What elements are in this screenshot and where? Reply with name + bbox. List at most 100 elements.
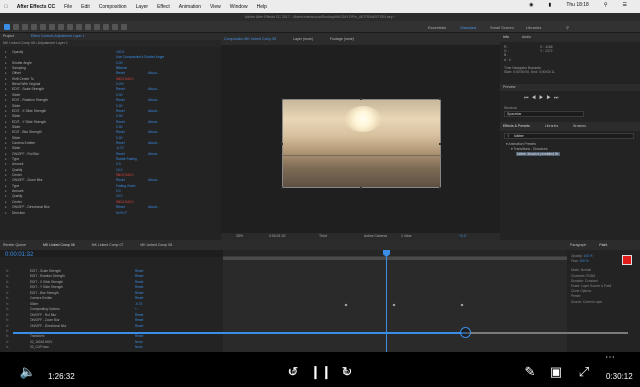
effect-control-row[interactable]: ▸ Direction 0x+0.0° [0,211,221,216]
search-icon[interactable]: ⚲ [604,2,608,8]
volume-icon[interactable]: 🔈 [18,364,38,380]
roto-brush-tool-icon[interactable] [112,24,118,30]
wifi-icon[interactable]: ◉ [529,2,533,8]
footage-tab[interactable]: Footage (none) [330,37,354,41]
fullscreen-icon[interactable]: ⤢ [574,364,594,380]
transform-handle-tc[interactable] [360,98,362,100]
shortcut-select[interactable]: Spacebar [504,111,584,117]
last-frame-icon[interactable]: ⏭ [554,95,562,101]
menu-list-icon[interactable]: ☰ [623,2,627,8]
transform-handle-bc[interactable] [360,187,362,189]
view-layout-select[interactable]: 1 View [401,233,411,240]
pen-tool-icon[interactable] [67,24,73,30]
paint-duration-value[interactable]: Constant [585,279,598,283]
resolution-select[interactable]: Third [319,233,327,240]
picture-in-picture-icon[interactable]: ▣ [546,364,566,380]
composition-tab[interactable]: Composition MK Linked Comp 08 [224,37,276,41]
zoom-tool-icon[interactable] [22,24,28,30]
hand-tool-icon[interactable] [13,24,19,30]
workspace-libraries[interactable]: Libraries [526,25,541,30]
paint-tab[interactable]: Paint [599,243,607,247]
clock[interactable]: Thu 18:18 [566,2,589,8]
brush-tool-icon[interactable] [85,24,91,30]
paint-erase-value[interactable]: Layer Source & Paint [581,284,611,288]
composition-frame-image[interactable] [282,99,442,188]
menu-animation[interactable]: Animation [179,4,201,10]
prev-frame-icon[interactable]: ◀ [532,95,539,101]
effect-controls-tab-label[interactable]: Effect Controls Adjustment Layer 1 [31,34,85,38]
menu-app-name[interactable]: After Effects CC [17,4,55,10]
timeline-row[interactable]: fx 03_CLIP.mov None [0,345,223,350]
workspace-standard[interactable]: Standard [460,25,476,30]
viewer-timecode[interactable]: 0:00:01:32 [269,233,286,240]
menu-help[interactable]: Help [257,4,267,10]
transform-handle-tr[interactable] [439,98,441,100]
render-queue-tab[interactable]: Render Queue [3,243,26,247]
timeline-tracks[interactable] [223,257,567,352]
fx-switch-icon[interactable]: fx [6,345,8,350]
menu-file[interactable]: File [64,4,72,10]
project-tab[interactable]: Project [3,34,14,38]
rotate-tool-icon[interactable] [31,24,37,30]
paint-mode-value[interactable]: Normal [581,268,591,272]
magnification-select[interactable]: 25% [236,233,243,240]
transform-handle-mr[interactable] [439,143,441,145]
libraries-tab[interactable]: Libraries [545,124,558,128]
battery-icon[interactable]: ▮ [549,2,552,8]
menu-edit[interactable]: Edit [81,4,90,10]
camera-select[interactable]: Active Camera [364,233,387,240]
paint-flow-value[interactable]: 100 % [580,259,589,263]
workspace-small-screen[interactable]: Small Screen [490,25,514,30]
clone-source-value[interactable]: Current Layer [583,300,603,304]
more-icon[interactable]: ⋯ [600,352,620,363]
search-help-icon[interactable]: ⚲ [566,25,569,30]
puppet-tool-icon[interactable] [121,24,127,30]
paint-opacity-value[interactable]: 100 % [584,254,593,258]
workspace-essentials[interactable]: Essentials [428,25,446,30]
transform-handle-tl[interactable] [281,98,283,100]
type-tool-icon[interactable] [76,24,82,30]
timeline-tab-08[interactable]: MK Linked Comp 08 [140,243,172,247]
transform-handle-bl[interactable] [281,187,283,189]
menu-view[interactable]: View [210,4,221,10]
menu-composition[interactable]: Composition [99,4,127,10]
time-ruler[interactable] [223,250,567,257]
eraser-tool-icon[interactable] [103,24,109,30]
apple-icon[interactable]:  [4,4,8,10]
menu-window[interactable]: Window [230,4,248,10]
markup-pen-icon[interactable]: ✎ [520,364,540,380]
mask-tool-icon[interactable] [58,24,64,30]
transform-handle-br[interactable] [439,187,441,189]
preview-tab[interactable]: Preview [500,84,640,91]
disclosure-triangle-icon[interactable]: ▸ [5,211,7,216]
camera-tool-icon[interactable] [40,24,46,30]
pan-behind-tool-icon[interactable] [49,24,55,30]
exposure-value[interactable]: +0.0 [459,233,466,240]
transform-handle-ml[interactable] [281,143,283,145]
paragraph-tab[interactable]: Paragraph [570,243,586,247]
first-frame-icon[interactable]: ⏮ [524,95,532,101]
work-area-bar[interactable] [223,257,567,260]
effect-property-value[interactable]: 0x+0.0° [116,211,127,216]
effect-controls-tab[interactable]: Project Effect Controls Adjustment Layer… [0,33,221,40]
timeline-tab-07[interactable]: MK Linked Comp 07 [92,243,124,247]
effects-presets-tab[interactable]: Effects & Presets [503,124,530,128]
keyframe[interactable] [460,303,464,307]
layer-tab[interactable]: Layer (none) [293,37,313,41]
paint-channels-value[interactable]: RGBA [586,274,595,278]
audio-tab[interactable]: Audio [522,35,531,39]
menu-layer[interactable]: Layer [136,4,149,10]
foreground-color-swatch[interactable] [622,255,632,265]
info-tab[interactable]: Info [503,35,509,39]
timeline-property-value[interactable]: None [135,345,143,350]
keyframe[interactable] [392,303,396,307]
timeline-playhead[interactable] [386,257,387,352]
play-pause-icon[interactable]: ❙❙ [310,364,332,380]
selection-tool-icon[interactable] [4,24,10,30]
effects-search-field[interactable]: ⚲ lubber [504,133,634,139]
menu-effect[interactable]: Effect [157,4,170,10]
timeline-tab-06[interactable]: MK Linked Comp 06 [43,243,75,247]
next-frame-icon[interactable]: ▶ [546,95,553,101]
tree-preset-item[interactable]: lubber dissolve pixelated.ffx [516,152,560,157]
brushes-tab[interactable]: Brushes [573,124,586,128]
